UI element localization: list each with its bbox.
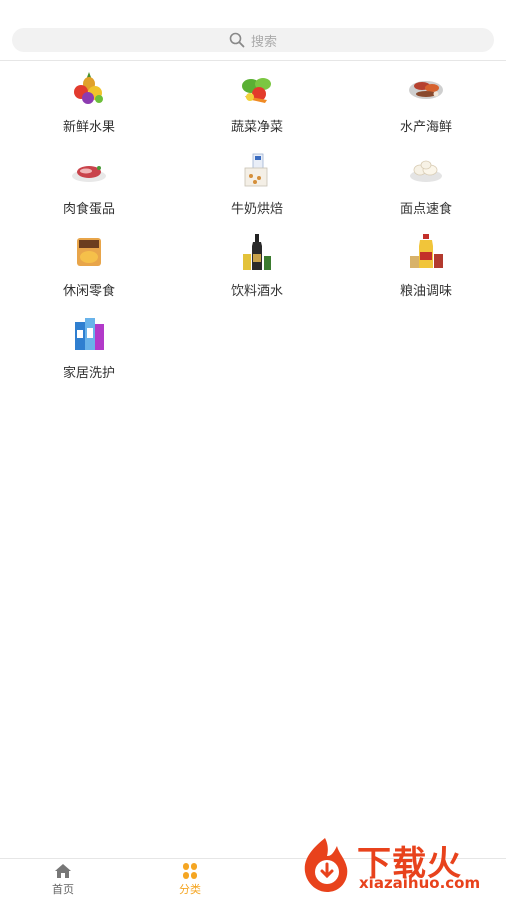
category-label: 休闲零食 — [62, 284, 115, 299]
category-page: 搜索 新鲜水果 蔬菜净菜 水产海鲜 肉食蛋品 牛奶烘焙 面点速食 休闲零食 饮料… — [0, 0, 506, 900]
category-label: 新鲜水果 — [62, 120, 115, 135]
fruit-icon — [74, 72, 103, 104]
noodle-icon — [410, 160, 442, 182]
vegetable-icon — [242, 78, 271, 103]
search-icon — [229, 32, 245, 48]
flame-logo-icon — [304, 838, 348, 892]
category-label: 粮油调味 — [399, 284, 452, 299]
seafood-icon — [409, 81, 443, 99]
tab-home[interactable]: 首页 — [33, 863, 93, 897]
category-item-snack[interactable]: 休闲零食 — [29, 232, 149, 302]
category-label: 饮料酒水 — [230, 284, 283, 299]
category-label: 家居洗护 — [62, 366, 115, 381]
watermark-url: xiazaihuo.com — [359, 874, 481, 892]
category-item-seafood[interactable]: 水产海鲜 — [366, 68, 486, 138]
category-item-grain-oil[interactable]: 粮油调味 — [366, 232, 486, 302]
category-item-meat[interactable]: 肉食蛋品 — [29, 150, 149, 220]
grain-oil-icon — [410, 234, 443, 268]
category-item-fruit[interactable]: 新鲜水果 — [29, 68, 149, 138]
category-item-vegetable[interactable]: 蔬菜净菜 — [197, 68, 317, 138]
home-care-icon — [75, 318, 104, 350]
category-label: 肉食蛋品 — [62, 202, 115, 217]
category-item-drinks[interactable]: 饮料酒水 — [197, 232, 317, 302]
meat-icon — [72, 166, 106, 182]
search-placeholder: 搜索 — [250, 34, 277, 50]
divider — [0, 60, 506, 61]
home-icon — [55, 864, 71, 878]
category-item-home-care[interactable]: 家居洗护 — [29, 314, 149, 384]
tab-label: 分类 — [179, 883, 201, 896]
category-label: 蔬菜净菜 — [230, 120, 283, 135]
milk-bakery-icon — [244, 153, 268, 187]
category-label: 水产海鲜 — [399, 120, 452, 135]
search-input[interactable]: 搜索 — [12, 28, 494, 52]
category-icon — [183, 863, 197, 879]
category-item-milk-bakery[interactable]: 牛奶烘焙 — [197, 150, 317, 220]
tab-category[interactable]: 分类 — [160, 863, 220, 897]
drinks-icon — [243, 234, 271, 270]
category-label: 面点速食 — [399, 202, 452, 217]
category-item-noodle[interactable]: 面点速食 — [366, 150, 486, 220]
category-label: 牛奶烘焙 — [230, 202, 283, 217]
tab-label: 首页 — [52, 883, 74, 896]
search-box[interactable]: 搜索 — [12, 28, 494, 52]
watermark-logo: 下载火 xiazaihuo.com — [295, 834, 500, 894]
snack-icon — [77, 238, 101, 266]
